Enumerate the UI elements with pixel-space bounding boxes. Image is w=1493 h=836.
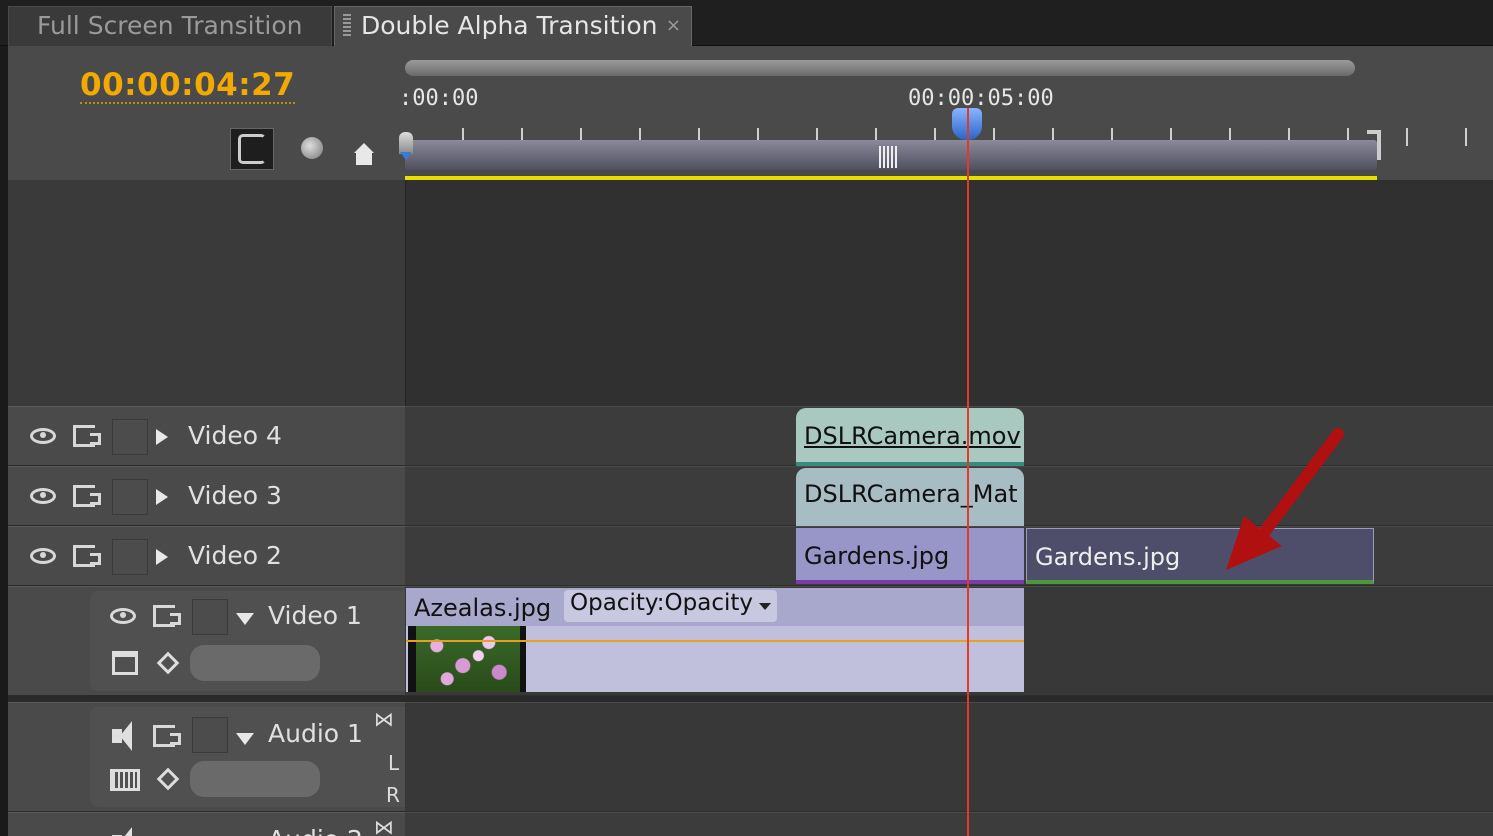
annotation-arrow-icon [1226,428,1344,570]
track-header-audio-1: Audio 1 ⋈ L R [8,702,405,812]
snap-icon[interactable] [230,128,274,170]
marker-icon[interactable] [292,128,332,168]
playhead-line[interactable] [967,108,969,836]
grip-icon[interactable] [343,14,351,36]
track-header-video-3: Video 3 [8,466,405,526]
track-name: Video 2 [188,541,282,570]
eye-icon[interactable] [28,421,58,451]
clip-gardens-jpg-1[interactable]: Gardens.jpg [796,528,1024,584]
left-channel-label: L [388,751,400,775]
track-name: Video 4 [188,421,282,450]
ruler-label-start: :00:00 [399,86,479,111]
empty-track-header-area [8,180,405,406]
empty-timeline-area [405,180,1493,406]
track-header-video-4: Video 4 [8,406,405,466]
sync-lock-icon[interactable] [70,421,101,451]
timeline-header: 00:00:04:27 [8,46,405,180]
tab-label: Double Alpha Transition [361,11,658,40]
link-icon: ⋈ [374,707,394,731]
eye-icon[interactable] [28,481,58,511]
track-header-video-1: Video 1 [8,586,405,696]
tab-label: Full Screen Transition [37,11,303,40]
panel-edge [0,0,8,836]
clip-name: Gardens.jpg [1035,543,1181,571]
sync-lock-icon[interactable] [70,541,101,571]
tab-double-alpha-transition[interactable]: Double Alpha Transition × [334,6,692,46]
speaker-icon[interactable] [112,827,144,836]
keyframe-navigator[interactable] [190,645,320,681]
track-header-video-2: Video 2 [8,526,405,586]
meter-icon[interactable] [110,769,140,791]
track-name: Audio 1 [268,719,363,748]
expand-triangle-icon[interactable] [156,549,168,565]
track-row-audio-2[interactable] [405,812,1493,836]
track-lock-toggle[interactable] [192,599,228,635]
collapse-triangle-icon[interactable] [236,613,254,625]
clip-thumbnail [408,626,526,692]
sync-lock-icon[interactable] [70,481,101,511]
ruler-label-5s: 00:00:05:00 [908,86,1054,111]
track-lock-toggle[interactable] [112,479,148,515]
speaker-icon[interactable] [112,721,144,751]
track-name: Audio 2 [268,825,363,836]
track-lock-toggle[interactable] [112,419,148,455]
eye-icon[interactable] [28,541,58,571]
track-row-audio-1[interactable] [405,702,1493,812]
tab-bar: Full Screen Transition Double Alpha Tran… [0,0,1493,46]
link-icon: ⋈ [374,815,394,836]
expand-triangle-icon[interactable] [156,489,168,505]
track-header-audio-2: Audio 2 ⋈ [8,812,405,836]
track-lock-toggle[interactable] [192,717,228,753]
sync-lock-icon[interactable] [150,601,181,631]
clip-name: Azealas.jpg [414,594,552,622]
track-name: Video 3 [188,481,282,510]
work-area-grip-icon[interactable] [879,146,897,168]
sync-lock-icon[interactable] [150,721,181,751]
display-style-icon[interactable] [112,651,138,675]
opacity-dropdown[interactable]: Opacity:Opacity [564,590,778,622]
home-icon[interactable] [344,128,384,168]
work-area-out-handle[interactable] [1367,130,1381,160]
collapse-triangle-icon[interactable] [236,733,254,745]
close-icon[interactable]: × [666,7,681,45]
expand-triangle-icon[interactable] [156,429,168,445]
clip-name: DSLRCamera_Mat [804,480,1018,508]
work-area-bar[interactable] [405,140,1377,170]
clip-dslrcamera-mat[interactable]: DSLRCamera_Mat [796,468,1024,526]
work-area-in-handle[interactable] [399,132,413,160]
opacity-rubber-band[interactable] [406,640,1024,642]
clip-azealas-jpg[interactable]: Azealas.jpg Opacity:Opacity [406,588,1024,692]
time-ruler[interactable]: :00:00 00:00:05:00 [399,46,1493,181]
right-channel-label: R [386,783,400,807]
clip-dslrcamera-mov[interactable]: DSLRCamera.mov [796,408,1024,466]
tab-full-screen-transition[interactable]: Full Screen Transition [8,6,332,46]
current-timecode[interactable]: 00:00:04:27 [80,68,296,104]
clip-name: DSLRCamera.mov [804,422,1021,450]
zoom-scroll-bar[interactable] [405,60,1355,76]
track-name: Video 1 [268,601,362,630]
clip-name: Gardens.jpg [804,542,950,570]
eye-icon[interactable] [108,601,138,631]
track-lock-toggle[interactable] [112,539,148,575]
keyframe-navigator[interactable] [190,761,320,797]
